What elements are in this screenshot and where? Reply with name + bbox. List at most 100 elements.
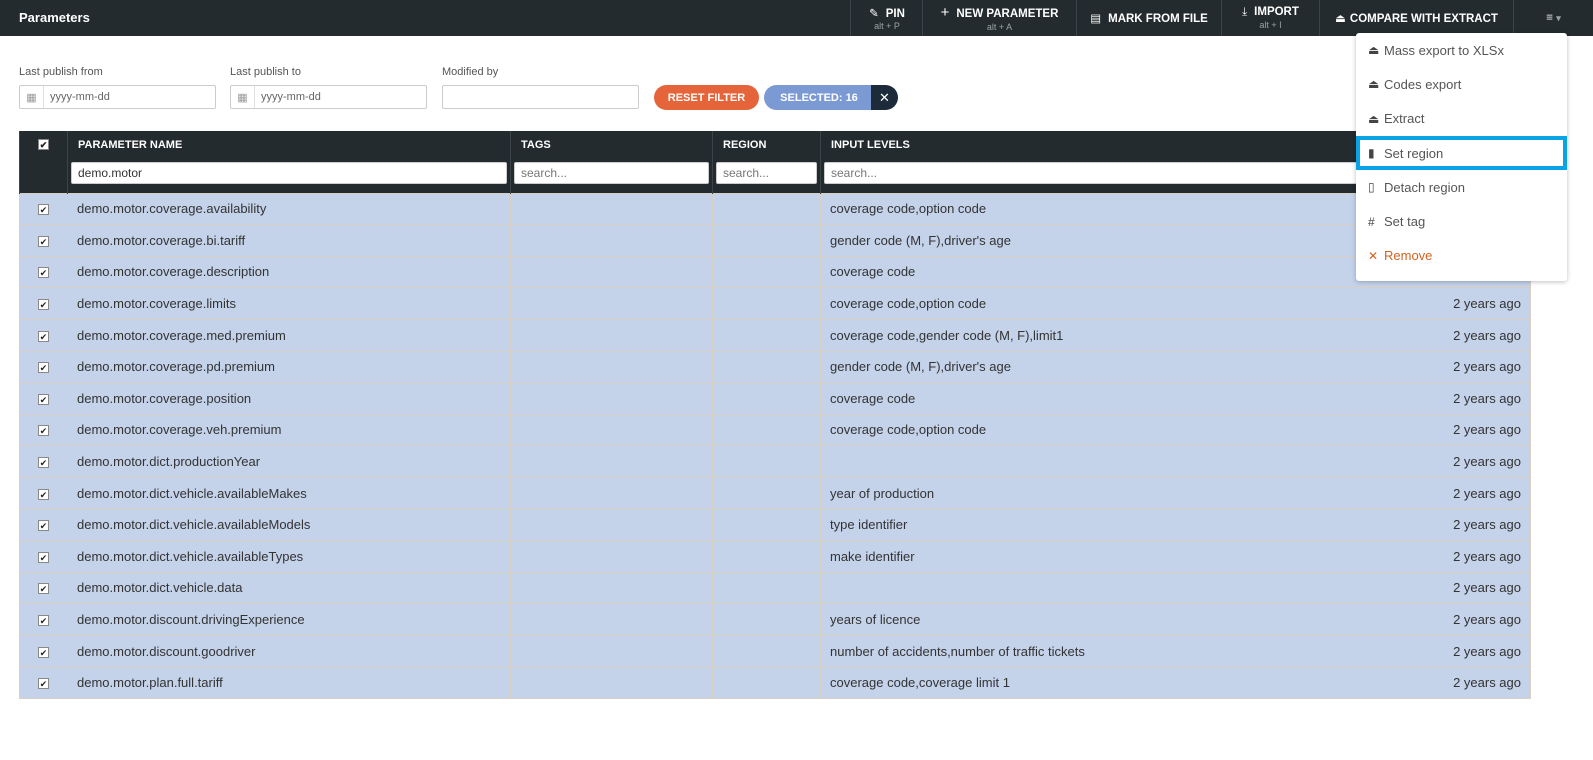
pin-icon: ✎ <box>869 7 879 20</box>
input-levels: gender code (M, F),driver's age <box>820 350 1390 384</box>
header-tags[interactable]: TAGS <box>510 131 713 159</box>
upload-tray-icon: ⏏ <box>1335 13 1346 25</box>
table-row[interactable]: ✔ demo.motor.plan.full.tariff coverage c… <box>19 666 1531 699</box>
table-row[interactable]: ✔ demo.motor.dict.vehicle.availableMakes… <box>19 476 1531 510</box>
row-checkbox[interactable]: ✔ <box>38 615 49 627</box>
parameter-name[interactable]: demo.motor.coverage.veh.premium <box>67 413 511 447</box>
row-checkbox[interactable]: ✔ <box>38 551 49 563</box>
parameter-name[interactable]: demo.motor.coverage.med.premium <box>67 318 511 352</box>
last-publish-from-input[interactable]: ▦ yyyy-mm-dd <box>19 85 216 109</box>
menu-item-set-tag[interactable]: # Set tag <box>1356 204 1567 238</box>
menu-item-remove[interactable]: ✕ Remove <box>1356 239 1567 273</box>
menu-item-extract[interactable]: ⏏ Extract <box>1356 102 1567 136</box>
new-parameter-button[interactable]: + NEW PARAMETER alt + A <box>922 0 1076 36</box>
table-row[interactable]: ✔ demo.motor.coverage.position coverage … <box>19 382 1531 415</box>
row-checkbox[interactable]: ✔ <box>38 299 49 311</box>
table-row[interactable]: ✔ demo.motor.dict.vehicle.data 2 years a… <box>19 571 1531 605</box>
table-row[interactable]: ✔ demo.motor.discount.goodriver number o… <box>19 634 1531 668</box>
calendar-icon: ▦ <box>20 86 44 108</box>
table-row[interactable]: ✔ demo.motor.dict.vehicle.availableTypes… <box>19 540 1531 573</box>
menu-item-codes-export[interactable]: ⏏ Codes export <box>1356 67 1567 101</box>
row-checkbox[interactable]: ✔ <box>38 235 49 247</box>
menu-item-mass-export-to-xlsx[interactable]: ⏏ Mass export to XLSx <box>1356 33 1567 67</box>
row-checkbox[interactable]: ✔ <box>38 362 49 374</box>
modified-date: 2 years ago <box>1389 382 1531 415</box>
reset-filter-button[interactable]: RESET FILTER <box>654 85 759 110</box>
parameter-name[interactable]: demo.motor.dict.productionYear <box>67 445 511 478</box>
parameter-name[interactable]: demo.motor.discount.goodriver <box>67 634 511 668</box>
modified-by-label: Modified by <box>442 66 499 78</box>
table-row[interactable]: ✔ demo.motor.coverage.pd.premium gender … <box>19 350 1531 384</box>
export-icon: ⏏ <box>1368 77 1380 92</box>
parameter-name[interactable]: demo.motor.dict.vehicle.availableMakes <box>67 476 511 510</box>
more-menu-button[interactable]: ≡ ▾ <box>1513 0 1593 36</box>
import-button[interactable]: ⤓ IMPORT alt + I <box>1221 0 1319 36</box>
row-checkbox[interactable]: ✔ <box>38 267 49 279</box>
row-checkbox[interactable]: ✔ <box>38 646 49 658</box>
chevron-down-icon: ▾ <box>1556 13 1561 23</box>
last-publish-to-input[interactable]: ▦ yyyy-mm-dd <box>230 85 427 109</box>
table-row[interactable]: ✔ demo.motor.coverage.bi.tariff gender c… <box>19 224 1531 257</box>
table-row[interactable]: ✔ demo.motor.coverage.description covera… <box>19 255 1531 289</box>
row-checkbox-cell: ✔ <box>19 634 68 668</box>
row-checkbox[interactable]: ✔ <box>38 488 49 500</box>
region-filter-input[interactable] <box>716 162 817 185</box>
select-all-checkbox[interactable]: ✔ <box>38 139 49 150</box>
table-row[interactable]: ✔ demo.motor.coverage.med.premium covera… <box>19 318 1531 352</box>
tags-filter-input[interactable] <box>514 162 709 185</box>
parameter-name[interactable]: demo.motor.coverage.description <box>67 255 511 289</box>
compare-with-extract-button[interactable]: ⏏ COMPARE WITH EXTRACT <box>1319 0 1513 36</box>
row-checkbox[interactable]: ✔ <box>38 520 49 532</box>
table-row[interactable]: ✔ demo.motor.coverage.limits coverage co… <box>19 287 1531 320</box>
parameter-name[interactable]: demo.motor.coverage.availability <box>67 192 511 226</box>
row-checkbox[interactable]: ✔ <box>38 330 49 342</box>
table-row[interactable]: ✔ demo.motor.discount.drivingExperience … <box>19 603 1531 636</box>
parameter-name[interactable]: demo.motor.plan.full.tariff <box>67 666 511 699</box>
parameter-name[interactable]: demo.motor.dict.vehicle.availableModels <box>67 508 511 542</box>
tags-cell <box>510 413 713 447</box>
table-row[interactable]: ✔ demo.motor.coverage.availability cover… <box>19 192 1531 226</box>
region-cell <box>712 476 821 510</box>
modified-by-input[interactable] <box>442 85 639 109</box>
table-row[interactable]: ✔ demo.motor.dict.productionYear 2 years… <box>19 445 1531 478</box>
clear-selection-button[interactable]: ✕ <box>871 85 898 110</box>
modified-date: 2 years ago <box>1389 603 1531 636</box>
header-region[interactable]: REGION <box>712 131 821 159</box>
region-cell <box>712 634 821 668</box>
parameter-name[interactable]: demo.motor.coverage.pd.premium <box>67 350 511 384</box>
modified-date: 2 years ago <box>1389 666 1531 699</box>
menu-item-set-region[interactable]: ▮ Set region <box>1356 135 1567 171</box>
name-filter-input[interactable] <box>71 162 507 185</box>
parameter-name[interactable]: demo.motor.discount.drivingExperience <box>67 603 511 636</box>
table-row[interactable]: ✔ demo.motor.dict.vehicle.availableModel… <box>19 508 1531 542</box>
parameter-name[interactable]: demo.motor.dict.vehicle.availableTypes <box>67 540 511 573</box>
row-checkbox-cell: ✔ <box>19 255 68 289</box>
region-cell <box>712 445 821 478</box>
row-checkbox[interactable]: ✔ <box>38 425 49 437</box>
parameter-name[interactable]: demo.motor.coverage.bi.tariff <box>67 224 511 257</box>
header-parameter-name[interactable]: PARAMETER NAME <box>67 131 511 159</box>
region-cell <box>712 382 821 415</box>
parameter-name[interactable]: demo.motor.dict.vehicle.data <box>67 571 511 605</box>
row-checkbox[interactable]: ✔ <box>38 457 49 469</box>
header-input-levels[interactable]: INPUT LEVELS <box>820 131 1390 159</box>
pin-button[interactable]: ✎ PIN alt + P <box>850 0 923 36</box>
table-icon: ▤ <box>1090 13 1102 25</box>
parameter-name[interactable]: demo.motor.coverage.position <box>67 382 511 415</box>
parameter-name[interactable]: demo.motor.coverage.limits <box>67 287 511 320</box>
table-row[interactable]: ✔ demo.motor.coverage.veh.premium covera… <box>19 413 1531 447</box>
row-checkbox[interactable]: ✔ <box>38 204 49 216</box>
input-levels: type identifier <box>820 508 1390 542</box>
close-icon: ✕ <box>879 89 890 105</box>
row-checkbox[interactable]: ✔ <box>38 678 49 690</box>
row-checkbox[interactable]: ✔ <box>38 583 49 595</box>
mark-from-file-button[interactable]: ▤ MARK FROM FILE <box>1076 0 1221 36</box>
import-label: IMPORT <box>1254 6 1299 18</box>
menu-item-label: Remove <box>1384 248 1433 264</box>
input-levels-filter-input[interactable] <box>824 162 1386 185</box>
menu-item-detach-region[interactable]: ▯ Detach region <box>1356 170 1567 204</box>
region-cell <box>712 318 821 352</box>
selected-count-badge[interactable]: SELECTED: 16 <box>764 85 874 110</box>
row-checkbox[interactable]: ✔ <box>38 393 49 405</box>
bookmark-outline-icon: ▯ <box>1368 180 1375 195</box>
